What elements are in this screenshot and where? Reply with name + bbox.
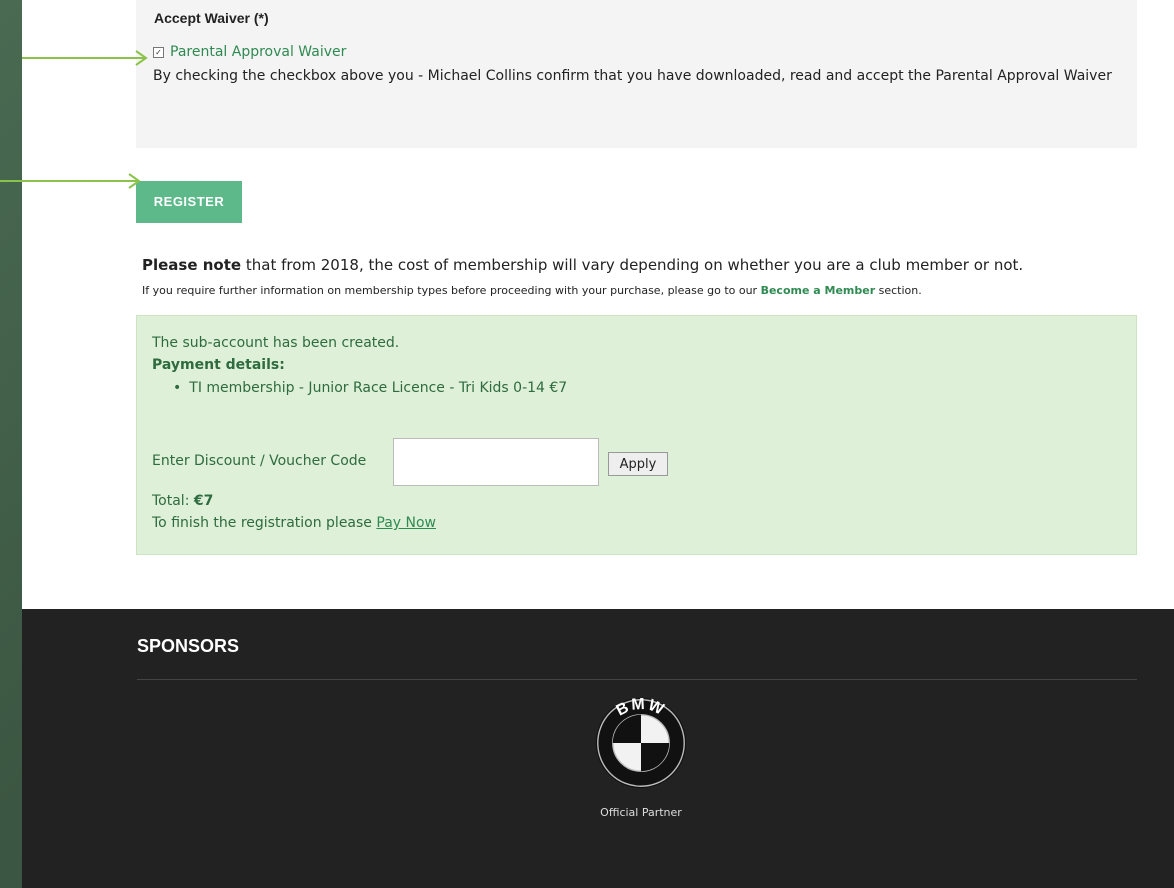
discount-label: Enter Discount / Voucher Code [152, 453, 367, 469]
created-message: The sub-account has been created. [152, 335, 400, 351]
payment-details-label: Payment details: [152, 357, 285, 373]
payment-item: • TI membership - Junior Race Licence - T… [173, 380, 567, 396]
bullet-icon: • [173, 380, 182, 396]
waiver-section: Accept Waiver (*) ✓ Parental Approval Wa… [136, 0, 1137, 148]
payment-item-text: TI membership - Junior Race Licence - Tr… [189, 380, 568, 396]
page-content: Accept Waiver (*) ✓ Parental Approval Wa… [22, 0, 1174, 888]
note-bold: Please note [142, 256, 242, 274]
discount-input[interactable] [393, 438, 599, 486]
membership-note: Please note that from 2018, the cost of … [142, 256, 1023, 274]
footer: SPONSORS BMW Official Partner [22, 609, 1174, 888]
become-member-link[interactable]: Become a Member [761, 284, 876, 297]
note-text: that from 2018, the cost of membership w… [241, 256, 1024, 274]
waiver-description: By checking the checkbox above you - Mic… [153, 68, 1112, 84]
sponsors-title: SPONSORS [137, 636, 240, 656]
register-button[interactable]: REGISTER [136, 181, 242, 223]
total: Total: €7 [152, 493, 213, 509]
finish-prefix: To finish the registration please [152, 515, 377, 531]
waiver-link[interactable]: Parental Approval Waiver [170, 44, 346, 60]
arrow-annotation-waiver [22, 50, 148, 66]
payment-panel: The sub-account has been created. Paymen… [136, 315, 1137, 555]
arrow-annotation-register [0, 173, 141, 189]
membership-info: If you require further information on me… [142, 284, 922, 297]
footer-divider [137, 679, 1137, 680]
pay-now-link[interactable]: Pay Now [376, 515, 436, 531]
info-suffix: section. [875, 284, 922, 297]
apply-button[interactable]: Apply [608, 452, 668, 476]
waiver-checkbox-row: ✓ Parental Approval Waiver [153, 44, 346, 60]
total-value: €7 [193, 493, 214, 509]
bmw-logo-icon[interactable]: BMW [594, 696, 688, 790]
finish-text: To finish the registration please Pay No… [152, 515, 436, 531]
total-label: Total: [152, 493, 190, 509]
info-prefix: If you require further information on me… [142, 284, 761, 297]
partner-label: Official Partner [600, 806, 682, 819]
waiver-title: Accept Waiver (*) [154, 10, 269, 26]
waiver-checkbox[interactable]: ✓ [153, 46, 164, 58]
